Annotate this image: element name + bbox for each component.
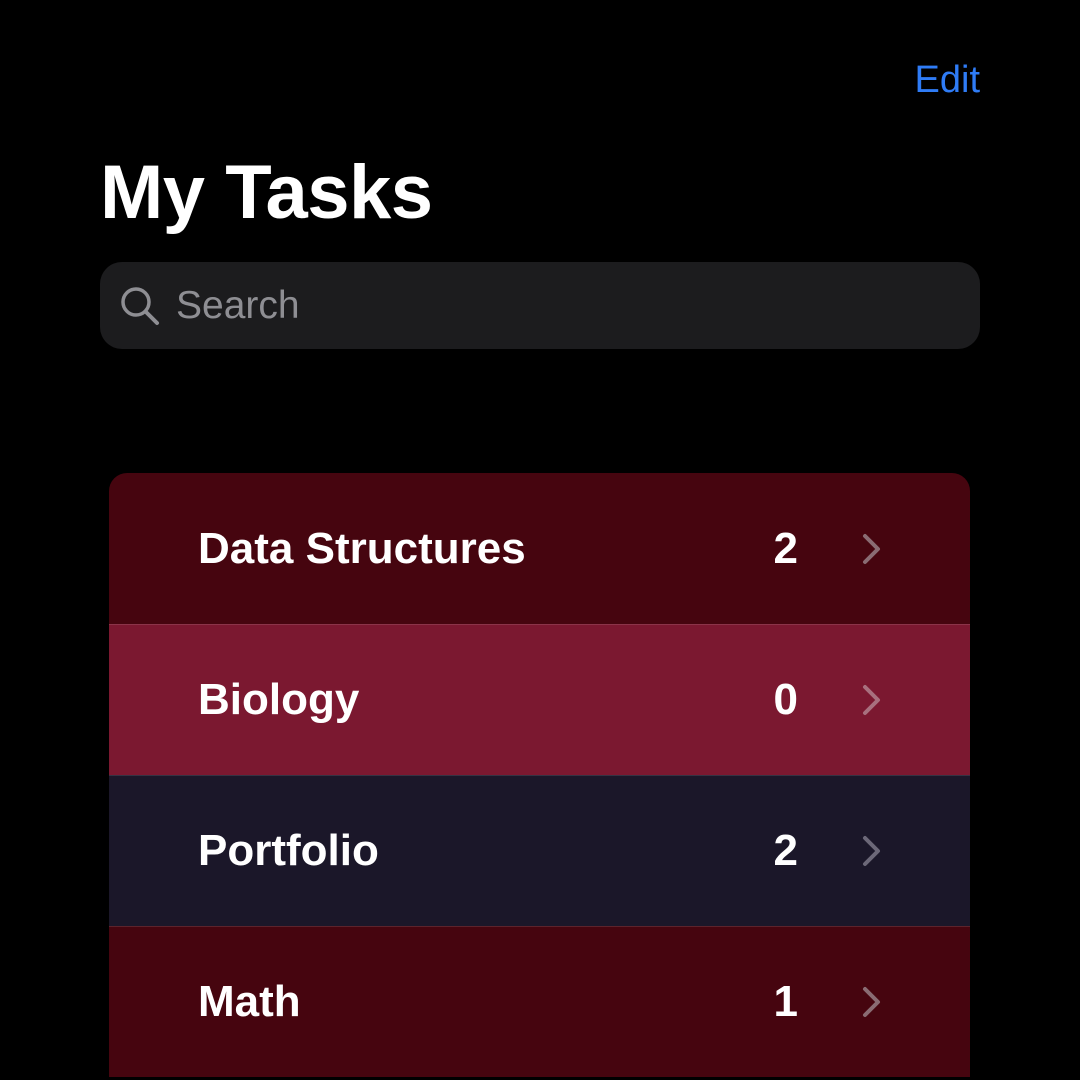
list-row-count: 2: [773, 826, 798, 875]
search-input[interactable]: [174, 261, 980, 350]
list-row-count: 2: [773, 523, 798, 573]
chevron-right-icon: [860, 682, 884, 718]
task-list: Data Structures 2 Biology 0 Portfolio 2 …: [109, 473, 970, 1077]
list-row-math[interactable]: Math 1: [109, 926, 970, 1077]
chevron-right-icon: [860, 833, 884, 869]
list-row-portfolio[interactable]: Portfolio 2: [109, 775, 970, 926]
list-row-label: Math: [198, 977, 301, 1026]
edit-button[interactable]: Edit: [915, 56, 980, 104]
list-row-count: 1: [773, 977, 798, 1026]
chevron-right-icon: [860, 984, 884, 1020]
search-bar[interactable]: [100, 261, 980, 350]
list-row-label: Biology: [198, 675, 360, 724]
chevron-right-icon: [860, 531, 884, 567]
list-row-count: 0: [773, 675, 798, 724]
list-row-label: Data Structures: [198, 523, 526, 573]
list-row-label: Portfolio: [198, 826, 379, 875]
page-title: My Tasks: [100, 150, 433, 235]
list-row-biology[interactable]: Biology 0: [109, 624, 970, 775]
list-row-data-structures[interactable]: Data Structures 2: [109, 473, 970, 624]
search-icon: [118, 284, 162, 328]
